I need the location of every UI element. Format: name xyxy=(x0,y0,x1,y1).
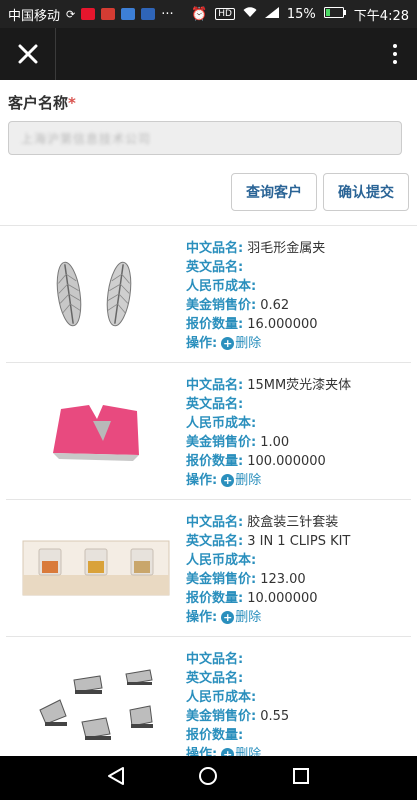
product-info: 中文品名: 羽毛形金属夹 英文品名: 人民币成本: 美金销售价: 0.62 报价数量… xyxy=(186,226,411,362)
operation-label: 操作: xyxy=(186,610,218,625)
delete-label: 删除 xyxy=(235,336,262,351)
plus-circle-icon: + xyxy=(221,611,235,624)
close-icon xyxy=(18,44,37,64)
plus-circle-icon: + xyxy=(221,748,235,756)
product-info: 中文品名: 15MM荧光漆夹体 英文品名: 人民币成本: 美金销售价: 1.00 报… xyxy=(186,363,411,499)
alarm-icon: ⏰ xyxy=(191,6,208,22)
carrier-label: 中国移动 xyxy=(8,8,61,24)
news-icon xyxy=(101,8,116,20)
quote-qty-label: 报价数量: xyxy=(186,454,244,469)
sync-icon: ⟳ xyxy=(66,7,76,21)
usd-price-value: 123.00 xyxy=(260,572,306,587)
back-icon xyxy=(107,767,124,785)
usd-price-value: 1.00 xyxy=(260,435,290,450)
en-name-label: 英文品名: xyxy=(186,397,244,412)
close-button[interactable] xyxy=(0,28,56,80)
form-actions: 查询客户 确认提交 xyxy=(8,173,409,211)
en-name-label: 英文品名: xyxy=(186,260,244,275)
usd-price-label: 美金销售价: xyxy=(186,709,257,724)
battery-icon xyxy=(323,6,346,22)
delete-button[interactable]: + 删除 xyxy=(221,608,261,627)
delete-button[interactable]: + 删除 xyxy=(221,471,261,490)
rmb-cost-label: 人民币成本: xyxy=(186,690,257,705)
hd-badge: HD xyxy=(215,8,235,20)
usd-price-label: 美金销售价: xyxy=(186,298,257,313)
wifi-icon xyxy=(243,6,257,22)
delete-label: 删除 xyxy=(235,610,262,625)
battery-percent: 15% xyxy=(286,6,316,22)
page-content: 客户名称* 上海沪第信息技术公司 查询客户 确认提交 中文品名: 羽毛形金属夹 … xyxy=(0,80,417,756)
delete-label: 删除 xyxy=(235,747,262,756)
app-bar xyxy=(0,28,417,80)
required-mark: * xyxy=(68,94,76,112)
rmb-cost-label: 人民币成本: xyxy=(186,416,257,431)
clock: 下午4:28 xyxy=(353,8,409,24)
usd-price-value: 0.62 xyxy=(260,298,290,313)
more-notifications: ··· xyxy=(161,6,174,22)
product-item: 中文品名: 羽毛形金属夹 英文品名: 人民币成本: 美金销售价: 0.62 报价数量… xyxy=(6,226,411,363)
customer-label-text: 客户名称 xyxy=(8,94,69,112)
product-item: 中文品名: 英文品名: 人民币成本: 美金销售价: 0.55 报价数量: 操作: +… xyxy=(6,637,411,756)
usd-price-label: 美金销售价: xyxy=(186,572,257,587)
quote-qty-label: 报价数量: xyxy=(186,728,244,743)
feather-clip-image xyxy=(6,226,186,362)
operation-label: 操作: xyxy=(186,473,218,488)
customer-name-value: 上海沪第信息技术公司 xyxy=(21,131,152,146)
home-button[interactable] xyxy=(198,766,218,790)
product-item: 中文品名: 胶盒装三针套装 英文品名: 3 IN 1 CLIPS KIT 人民币成本… xyxy=(6,500,411,637)
signal-icon xyxy=(264,6,279,22)
quote-qty-label: 报价数量: xyxy=(186,591,244,606)
more-vertical-icon xyxy=(393,44,397,64)
usd-price-value: 0.55 xyxy=(260,709,290,724)
status-bar: 中国移动 ⟳ ··· ⏰ HD 15% 下午4:28 xyxy=(0,0,417,28)
usd-price-label: 美金销售价: xyxy=(186,435,257,450)
home-icon xyxy=(199,767,218,785)
back-button[interactable] xyxy=(107,766,125,790)
recents-button[interactable] xyxy=(292,767,310,789)
system-nav-bar xyxy=(0,756,417,800)
photo-icon xyxy=(121,8,136,20)
confirm-submit-button[interactable]: 确认提交 xyxy=(323,173,409,211)
customer-name-input[interactable]: 上海沪第信息技术公司 xyxy=(8,121,402,155)
cn-name-label: 中文品名: xyxy=(186,241,244,256)
en-name-label: 英文品名: xyxy=(186,534,244,549)
query-customer-button[interactable]: 查询客户 xyxy=(231,173,317,211)
recents-icon xyxy=(293,768,310,784)
product-info: 中文品名: 英文品名: 人民币成本: 美金销售价: 0.55 报价数量: 操作: +… xyxy=(186,637,411,756)
operation-label: 操作: xyxy=(186,747,218,756)
clips-kit-image xyxy=(6,500,186,636)
more-options-button[interactable] xyxy=(373,28,417,80)
rmb-cost-label: 人民币成本: xyxy=(186,553,257,568)
quote-qty-value: 10.000000 xyxy=(247,591,318,606)
cn-name-label: 中文品名: xyxy=(186,515,244,530)
delete-button[interactable]: + 删除 xyxy=(221,745,261,756)
cn-name-label: 中文品名: xyxy=(186,652,244,667)
customer-label: 客户名称* xyxy=(8,92,409,113)
en-name-label: 英文品名: xyxy=(186,671,244,686)
en-name-value: 3 IN 1 CLIPS KIT xyxy=(247,534,351,549)
app-icon xyxy=(141,8,156,20)
cn-name-label: 中文品名: xyxy=(186,378,244,393)
quote-qty-value: 100.000000 xyxy=(247,454,326,469)
delete-button[interactable]: + 删除 xyxy=(221,334,261,353)
customer-form: 客户名称* 上海沪第信息技术公司 查询客户 确认提交 xyxy=(0,80,417,211)
delete-label: 删除 xyxy=(235,473,262,488)
product-info: 中文品名: 胶盒装三针套装 英文品名: 3 IN 1 CLIPS KIT 人民币成本… xyxy=(186,500,411,636)
weibo-icon xyxy=(81,8,96,20)
quote-qty-value: 16.000000 xyxy=(247,317,318,332)
product-item: 中文品名: 15MM荧光漆夹体 英文品名: 人民币成本: 美金销售价: 1.00 报… xyxy=(6,363,411,500)
operation-label: 操作: xyxy=(186,336,218,351)
pink-clip-image xyxy=(6,363,186,499)
plus-circle-icon: + xyxy=(221,474,235,487)
cn-name-value: 羽毛形金属夹 xyxy=(247,241,326,256)
rmb-cost-label: 人民币成本: xyxy=(186,279,257,294)
quote-qty-label: 报价数量: xyxy=(186,317,244,332)
cn-name-value: 胶盒装三针套装 xyxy=(247,515,339,530)
plus-circle-icon: + xyxy=(221,337,235,350)
cn-name-value: 15MM荧光漆夹体 xyxy=(247,378,352,393)
silver-clips-image xyxy=(6,637,186,756)
